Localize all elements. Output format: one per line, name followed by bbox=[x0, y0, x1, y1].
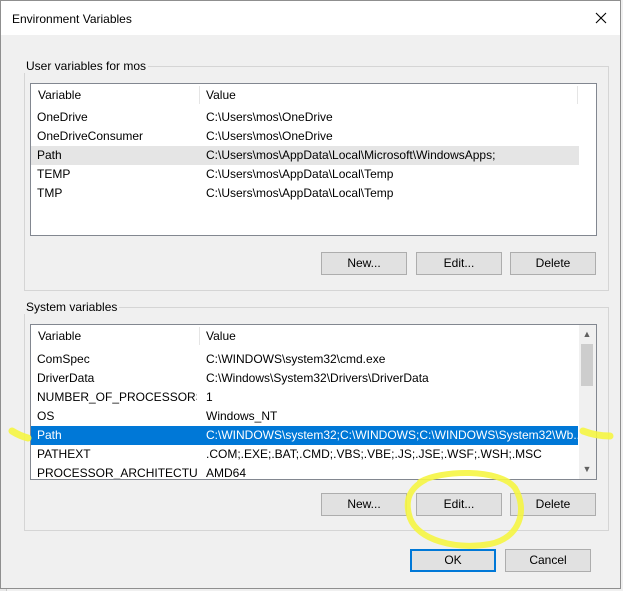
system-delete-button[interactable]: Delete bbox=[510, 493, 596, 516]
variable-value: AMD64 bbox=[206, 466, 247, 480]
scroll-up-icon[interactable]: ▲ bbox=[579, 326, 595, 342]
list-item[interactable]: ComSpec C:\WINDOWS\system32\cmd.exe bbox=[31, 350, 578, 369]
vertical-scrollbar[interactable]: ▲ ▼ bbox=[579, 325, 596, 479]
close-icon[interactable] bbox=[592, 9, 610, 27]
variable-value: C:\WINDOWS\system32;C:\WINDOWS;C:\WINDOW… bbox=[206, 428, 584, 442]
column-header-value[interactable]: Value bbox=[206, 88, 236, 102]
list-item[interactable]: OneDrive C:\Users\mos\OneDrive bbox=[31, 108, 579, 127]
variable-value: C:\Users\mos\OneDrive bbox=[206, 110, 333, 124]
user-variables-list[interactable]: Variable Value OneDrive C:\Users\mos\One… bbox=[30, 83, 597, 236]
variable-name: OneDrive bbox=[37, 110, 88, 124]
list-item[interactable]: OneDriveConsumer C:\Users\mos\OneDrive bbox=[31, 127, 579, 146]
variable-value: C:\WINDOWS\system32\cmd.exe bbox=[206, 352, 386, 366]
variable-value: .COM;.EXE;.BAT;.CMD;.VBS;.VBE;.JS;.JSE;.… bbox=[206, 447, 542, 461]
scroll-down-icon[interactable]: ▼ bbox=[579, 461, 595, 477]
variable-name: ComSpec bbox=[37, 352, 90, 366]
user-variables-label: User variables for mos bbox=[24, 59, 149, 73]
environment-variables-dialog: Environment Variables User variables for… bbox=[0, 0, 621, 589]
variable-name: OneDriveConsumer bbox=[37, 129, 144, 143]
variable-value: C:\Windows\System32\Drivers\DriverData bbox=[206, 371, 429, 385]
scrollbar-thumb[interactable] bbox=[581, 344, 593, 386]
variable-name: NUMBER_OF_PROCESSORS bbox=[37, 390, 197, 404]
list-item[interactable]: PROCESSOR_ARCHITECTURE AMD64 bbox=[31, 464, 578, 480]
variable-name: DriverData bbox=[37, 371, 95, 385]
system-new-button[interactable]: New... bbox=[321, 493, 407, 516]
variable-value: C:\Users\mos\AppData\Local\Temp bbox=[206, 167, 394, 181]
title-bar: Environment Variables bbox=[1, 1, 620, 35]
variable-name: PROCESSOR_ARCHITECTURE bbox=[37, 466, 197, 480]
variable-name: TMP bbox=[37, 186, 63, 200]
user-edit-button[interactable]: Edit... bbox=[416, 252, 502, 275]
window-title: Environment Variables bbox=[12, 12, 132, 26]
variable-name: OS bbox=[37, 409, 55, 423]
user-list-header: Variable Value bbox=[31, 84, 596, 106]
column-header-value[interactable]: Value bbox=[206, 329, 236, 343]
system-edit-button[interactable]: Edit... bbox=[416, 493, 502, 516]
variable-name: Path bbox=[37, 148, 62, 162]
variable-value: C:\Users\mos\AppData\Local\Temp bbox=[206, 186, 394, 200]
cancel-button[interactable]: Cancel bbox=[505, 549, 591, 572]
variable-value: C:\Users\mos\AppData\Local\Microsoft\Win… bbox=[206, 148, 496, 162]
variable-value: C:\Users\mos\OneDrive bbox=[206, 129, 333, 143]
variable-name: TEMP bbox=[37, 167, 71, 181]
list-item[interactable]: TMP C:\Users\mos\AppData\Local\Temp bbox=[31, 184, 579, 203]
variable-value: 1 bbox=[206, 390, 213, 404]
system-list-header: Variable Value bbox=[31, 325, 596, 347]
column-header-variable[interactable]: Variable bbox=[38, 88, 81, 102]
list-item[interactable]: Path C:\Users\mos\AppData\Local\Microsof… bbox=[31, 146, 579, 165]
list-item[interactable]: OS Windows_NT bbox=[31, 407, 578, 426]
variable-name: PATHEXT bbox=[37, 447, 91, 461]
list-item[interactable]: PATHEXT .COM;.EXE;.BAT;.CMD;.VBS;.VBE;.J… bbox=[31, 445, 578, 464]
system-variables-list[interactable]: Variable Value ComSpec C:\WINDOWS\system… bbox=[30, 324, 597, 480]
column-header-variable[interactable]: Variable bbox=[38, 329, 81, 343]
list-item[interactable]: TEMP C:\Users\mos\AppData\Local\Temp bbox=[31, 165, 579, 184]
variable-name: Path bbox=[37, 428, 62, 442]
list-item-selected[interactable]: Path C:\WINDOWS\system32;C:\WINDOWS;C:\W… bbox=[31, 426, 583, 445]
list-item[interactable]: DriverData C:\Windows\System32\Drivers\D… bbox=[31, 369, 578, 388]
variable-value: Windows_NT bbox=[206, 409, 278, 423]
user-new-button[interactable]: New... bbox=[321, 252, 407, 275]
ok-button[interactable]: OK bbox=[410, 549, 496, 572]
user-delete-button[interactable]: Delete bbox=[510, 252, 596, 275]
list-item[interactable]: NUMBER_OF_PROCESSORS 1 bbox=[31, 388, 578, 407]
system-variables-label: System variables bbox=[24, 300, 120, 314]
